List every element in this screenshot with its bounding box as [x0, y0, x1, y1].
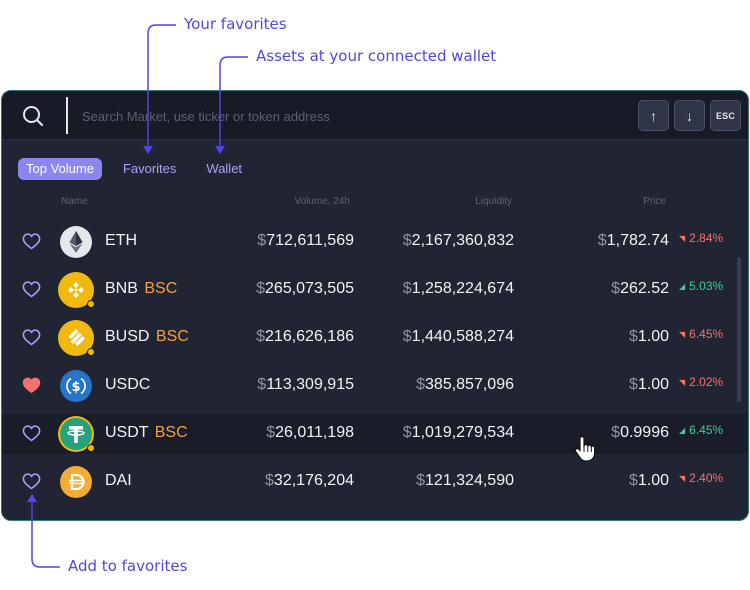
down-triangle-icon: ◥: [679, 234, 686, 243]
row-liquidity: $121,324,590: [416, 472, 514, 489]
row-price: $1,782.74: [597, 232, 669, 249]
row-price-change: ◥ 6.45%: [679, 327, 724, 341]
row-price: $1.00: [628, 376, 669, 393]
arrow-up-key-button[interactable]: ↑: [638, 100, 669, 131]
scrollbar[interactable]: [737, 257, 741, 402]
row-price-change: ◥ 2.84%: [679, 231, 724, 245]
usdc-icon: $: [60, 370, 92, 402]
arrow-up-icon: ↑: [650, 107, 657, 124]
eth-icon: [60, 226, 92, 258]
row-volume: $712,611,569: [257, 232, 354, 249]
row-volume: $26,011,198: [266, 424, 354, 441]
row-price-change: ◢ 6.45%: [679, 423, 724, 437]
row-liquidity: $1,440,588,274: [402, 328, 514, 345]
row-price-change: ◢ 5.03%: [679, 279, 724, 293]
row-liquidity: $385,857,096: [416, 376, 514, 393]
column-header-name: Name: [61, 196, 88, 207]
row-symbol: BNB BSC: [105, 280, 178, 297]
usdt-icon: [60, 418, 95, 452]
row-liquidity: $1,258,224,674: [402, 280, 514, 297]
esc-key-button[interactable]: ESC: [710, 100, 741, 131]
row-price: $262.52: [611, 280, 669, 297]
market-row-eth[interactable]: ETH $712,611,569 $2,167,360,832 $1,782.7…: [2, 222, 748, 262]
heart-outline-icon[interactable]: [22, 329, 41, 346]
up-triangle-icon: ◢: [679, 426, 686, 435]
chain-badge: BSC: [144, 280, 178, 297]
chain-badge: BSC: [155, 328, 189, 345]
row-price-change: ◥ 2.40%: [679, 471, 724, 485]
row-liquidity: $2,167,360,832: [402, 232, 514, 249]
bsc-chain-dot: [87, 444, 95, 452]
search-bar: ↑ ↓ ESC: [2, 91, 748, 140]
column-header-price[interactable]: Price: [643, 196, 666, 207]
bnb-icon: [60, 274, 95, 308]
tab-favorites[interactable]: Favorites: [115, 158, 184, 180]
market-search-panel: ↑ ↓ ESC Top Volume Favorites Wallet Name…: [1, 90, 749, 521]
row-volume: $265,073,505: [256, 280, 354, 297]
heart-outline-icon[interactable]: [22, 473, 41, 490]
down-triangle-icon: ◥: [679, 474, 686, 483]
column-header-liquidity[interactable]: Liquidity: [475, 196, 512, 207]
market-row-bnb[interactable]: BNB BSC $265,073,505 $1,258,224,674 $262…: [2, 270, 748, 310]
annotation-wallet: Assets at your connected wallet: [256, 47, 497, 65]
row-volume: $32,176,204: [265, 472, 354, 489]
row-volume: $113,309,915: [257, 376, 354, 393]
search-divider: [66, 97, 68, 134]
row-price: $0.9996: [611, 424, 669, 441]
row-liquidity: $1,019,279,534: [402, 424, 514, 441]
search-input[interactable]: [82, 104, 562, 128]
market-row-dai[interactable]: DAI $32,176,204 $121,324,590 $1.00 ◥ 2.40…: [2, 462, 748, 502]
arrow-down-icon: ↓: [686, 107, 693, 124]
row-volume: $216,626,186: [256, 328, 354, 345]
down-triangle-icon: ◥: [679, 378, 686, 387]
heart-outline-icon[interactable]: [22, 233, 41, 250]
heart-outline-icon[interactable]: [22, 425, 41, 442]
down-triangle-icon: ◥: [679, 330, 686, 339]
row-symbol: USDT BSC: [105, 424, 188, 441]
search-icon[interactable]: [22, 105, 44, 127]
tab-top-volume[interactable]: Top Volume: [18, 158, 102, 180]
row-price-change: ◥ 2.02%: [679, 375, 724, 389]
bsc-chain-dot: [87, 300, 95, 308]
heart-filled-icon[interactable]: [22, 377, 41, 394]
annotation-add-favorites: Add to favorites: [68, 557, 188, 575]
arrow-down-key-button[interactable]: ↓: [674, 100, 705, 131]
row-symbol: DAI: [105, 472, 132, 489]
hand-cursor-icon: [574, 436, 596, 462]
market-row-busd[interactable]: BUSD BSC $216,626,186 $1,440,588,274 $1.…: [2, 318, 748, 358]
row-price: $1.00: [628, 328, 669, 345]
busd-icon: [60, 322, 95, 356]
annotation-favorites: Your favorites: [184, 15, 287, 33]
market-tabs: Top Volume Favorites Wallet: [18, 158, 264, 180]
market-row-usdt[interactable]: USDT BSC $26,011,198 $1,019,279,534 $0.9…: [2, 414, 748, 454]
row-symbol: ETH: [105, 232, 137, 249]
row-symbol: USDC: [105, 376, 151, 393]
dai-icon: [60, 466, 92, 498]
row-symbol: BUSD BSC: [105, 328, 189, 345]
esc-key-label: ESC: [715, 110, 736, 121]
heart-outline-icon[interactable]: [22, 281, 41, 298]
tab-wallet[interactable]: Wallet: [198, 158, 250, 180]
svg-text:$: $: [71, 380, 80, 395]
column-header-volume[interactable]: Volume, 24h: [294, 196, 350, 207]
chain-badge: BSC: [154, 424, 188, 441]
market-row-usdc[interactable]: $ USDC $113,309,915 $385,857,096 $1.00 ◥…: [2, 366, 748, 406]
row-price: $1.00: [628, 472, 669, 489]
up-triangle-icon: ◢: [679, 282, 686, 291]
bsc-chain-dot: [87, 348, 95, 356]
